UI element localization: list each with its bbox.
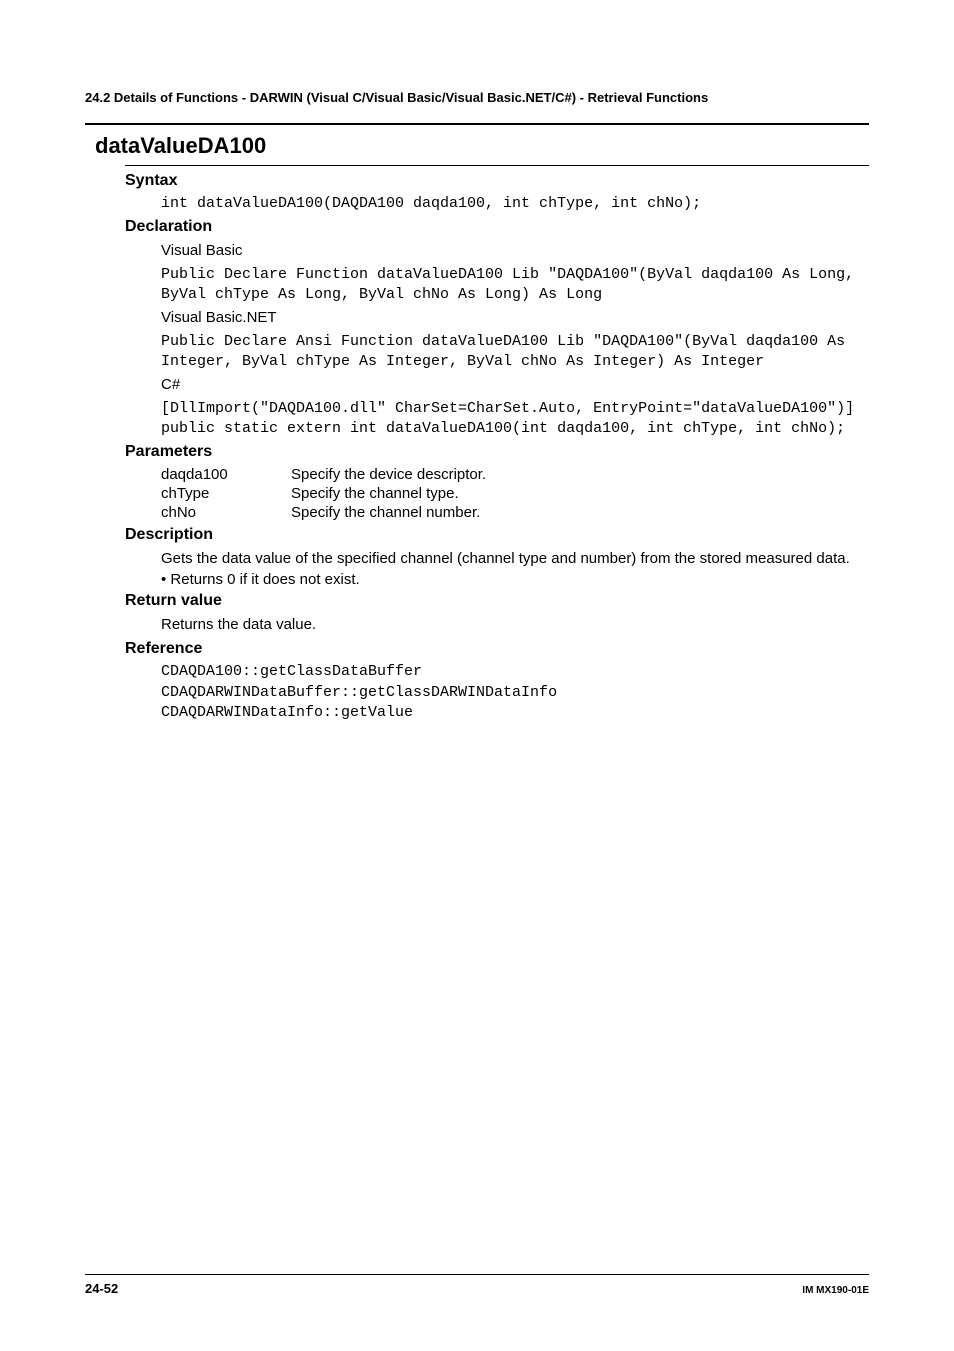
param-row: daqda100 Specify the device descriptor. [161, 465, 486, 484]
parameters-heading: Parameters [125, 443, 869, 461]
return-value-heading: Return value [125, 592, 869, 610]
syntax-code: int dataValueDA100(DAQDA100 daqda100, in… [161, 194, 869, 214]
param-name: daqda100 [161, 465, 291, 484]
breadcrumb: 24.2 Details of Functions - DARWIN (Visu… [85, 90, 869, 105]
param-desc: Specify the device descriptor. [291, 465, 486, 484]
syntax-heading: Syntax [125, 172, 869, 190]
param-row: chNo Specify the channel number. [161, 503, 486, 522]
footer: 24-52 IM MX190-01E [85, 1274, 869, 1296]
parameters-table: daqda100 Specify the device descriptor. … [161, 465, 486, 522]
function-title: dataValueDA100 [85, 133, 869, 159]
param-desc: Specify the channel number. [291, 503, 486, 522]
syntax-section: Syntax int dataValueDA100(DAQDA100 daqda… [125, 172, 869, 214]
parameters-section: Parameters daqda100 Specify the device d… [125, 443, 869, 522]
description-bullet: • Returns 0 if it does not exist. [161, 571, 869, 588]
vbnet-label: Visual Basic.NET [161, 307, 869, 330]
cs-code: [DllImport("DAQDA100.dll" CharSet=CharSe… [161, 399, 869, 440]
footer-page: 24-52 [85, 1281, 118, 1296]
param-desc: Specify the channel type. [291, 484, 486, 503]
reference-heading: Reference [125, 640, 869, 658]
vbnet-code: Public Declare Ansi Function dataValueDA… [161, 332, 869, 373]
title-rule-top [85, 123, 869, 125]
title-rule-bottom [125, 165, 869, 166]
declaration-heading: Declaration [125, 218, 869, 236]
description-heading: Description [125, 526, 869, 544]
param-name: chType [161, 484, 291, 503]
return-value-text: Returns the data value. [161, 614, 869, 637]
description-section: Description Gets the data value of the s… [125, 526, 869, 588]
reference-code: CDAQDA100::getClassDataBuffer CDAQDARWIN… [161, 662, 869, 723]
param-name: chNo [161, 503, 291, 522]
cs-label: C# [161, 374, 869, 397]
footer-doc-id: IM MX190-01E [802, 1285, 869, 1296]
return-value-section: Return value Returns the data value. [125, 592, 869, 637]
declaration-section: Declaration Visual Basic Public Declare … [125, 218, 869, 439]
description-text: Gets the data value of the specified cha… [161, 548, 869, 571]
vb-code: Public Declare Function dataValueDA100 L… [161, 265, 869, 306]
vb-label: Visual Basic [161, 240, 869, 263]
reference-section: Reference CDAQDA100::getClassDataBuffer … [125, 640, 869, 723]
param-row: chType Specify the channel type. [161, 484, 486, 503]
